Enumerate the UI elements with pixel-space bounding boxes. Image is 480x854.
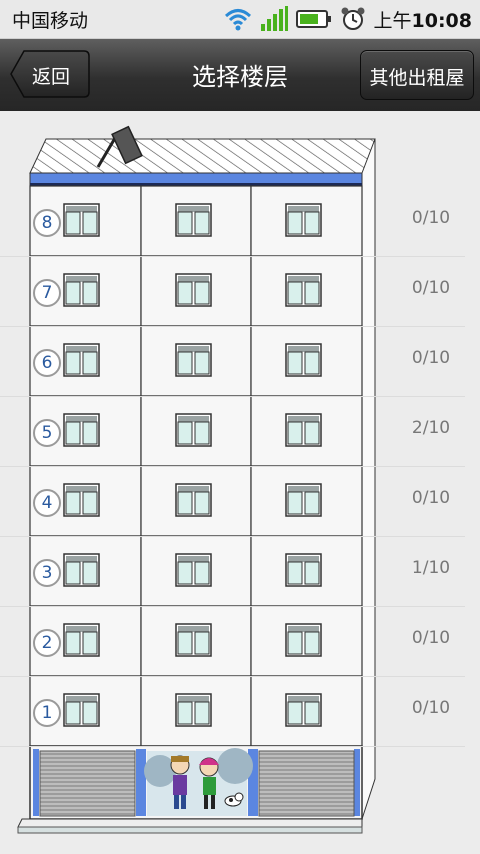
- floor-row-2[interactable]: 2 0/10: [0, 606, 465, 677]
- floor-number-badge: 6: [33, 349, 61, 377]
- floor-row-6[interactable]: 6 0/10: [0, 326, 465, 397]
- floor-number-badge: 2: [33, 629, 61, 657]
- other-rentals-label: 其他出租屋: [369, 67, 465, 89]
- wifi-icon: [224, 9, 251, 31]
- floor-number-badge: 4: [33, 489, 61, 517]
- building-view: 8 0/10 7 0/10 6 0/10 5 2/10 4 0/10 3 1/10 2 0/10 1 0/10: [0, 111, 480, 854]
- floor-occupancy: 0/10: [411, 278, 451, 298]
- signal-icon: [260, 6, 288, 31]
- floor-occupancy: 2/10: [411, 418, 451, 438]
- alarm-icon: [341, 7, 364, 30]
- floor-row-1[interactable]: 1 0/10: [0, 676, 465, 747]
- carrier-name: 中国移动: [12, 10, 89, 32]
- status-bar: 中国移动 上午10:08: [0, 0, 480, 39]
- floor-occupancy: 0/10: [411, 698, 451, 718]
- floor-number-badge: 5: [33, 419, 61, 447]
- title-bar: 返回 选择楼层 其他出租屋: [0, 39, 480, 112]
- floor-row-3[interactable]: 3 1/10: [0, 536, 465, 607]
- floor-row-4[interactable]: 4 0/10: [0, 466, 465, 537]
- status-icons: 上午10:08: [224, 4, 473, 34]
- clock: 上午10:08: [373, 9, 473, 32]
- floor-occupancy: 1/10: [411, 558, 451, 578]
- floor-occupancy: 0/10: [411, 488, 451, 508]
- floor-occupancy: 0/10: [411, 208, 451, 228]
- floor-number-badge: 1: [33, 699, 61, 727]
- floor-occupancy: 0/10: [411, 348, 451, 368]
- floor-row-5[interactable]: 5 2/10: [0, 396, 465, 467]
- other-rentals-button[interactable]: 其他出租屋: [360, 50, 474, 100]
- floor-number-badge: 8: [33, 209, 61, 237]
- floor-row-7[interactable]: 7 0/10: [0, 256, 465, 327]
- floor-row-8[interactable]: 8 0/10: [0, 186, 465, 257]
- battery-icon: [295, 10, 331, 28]
- floor-number-badge: 3: [33, 559, 61, 587]
- floor-occupancy: 0/10: [411, 628, 451, 648]
- floor-number-badge: 7: [33, 279, 61, 307]
